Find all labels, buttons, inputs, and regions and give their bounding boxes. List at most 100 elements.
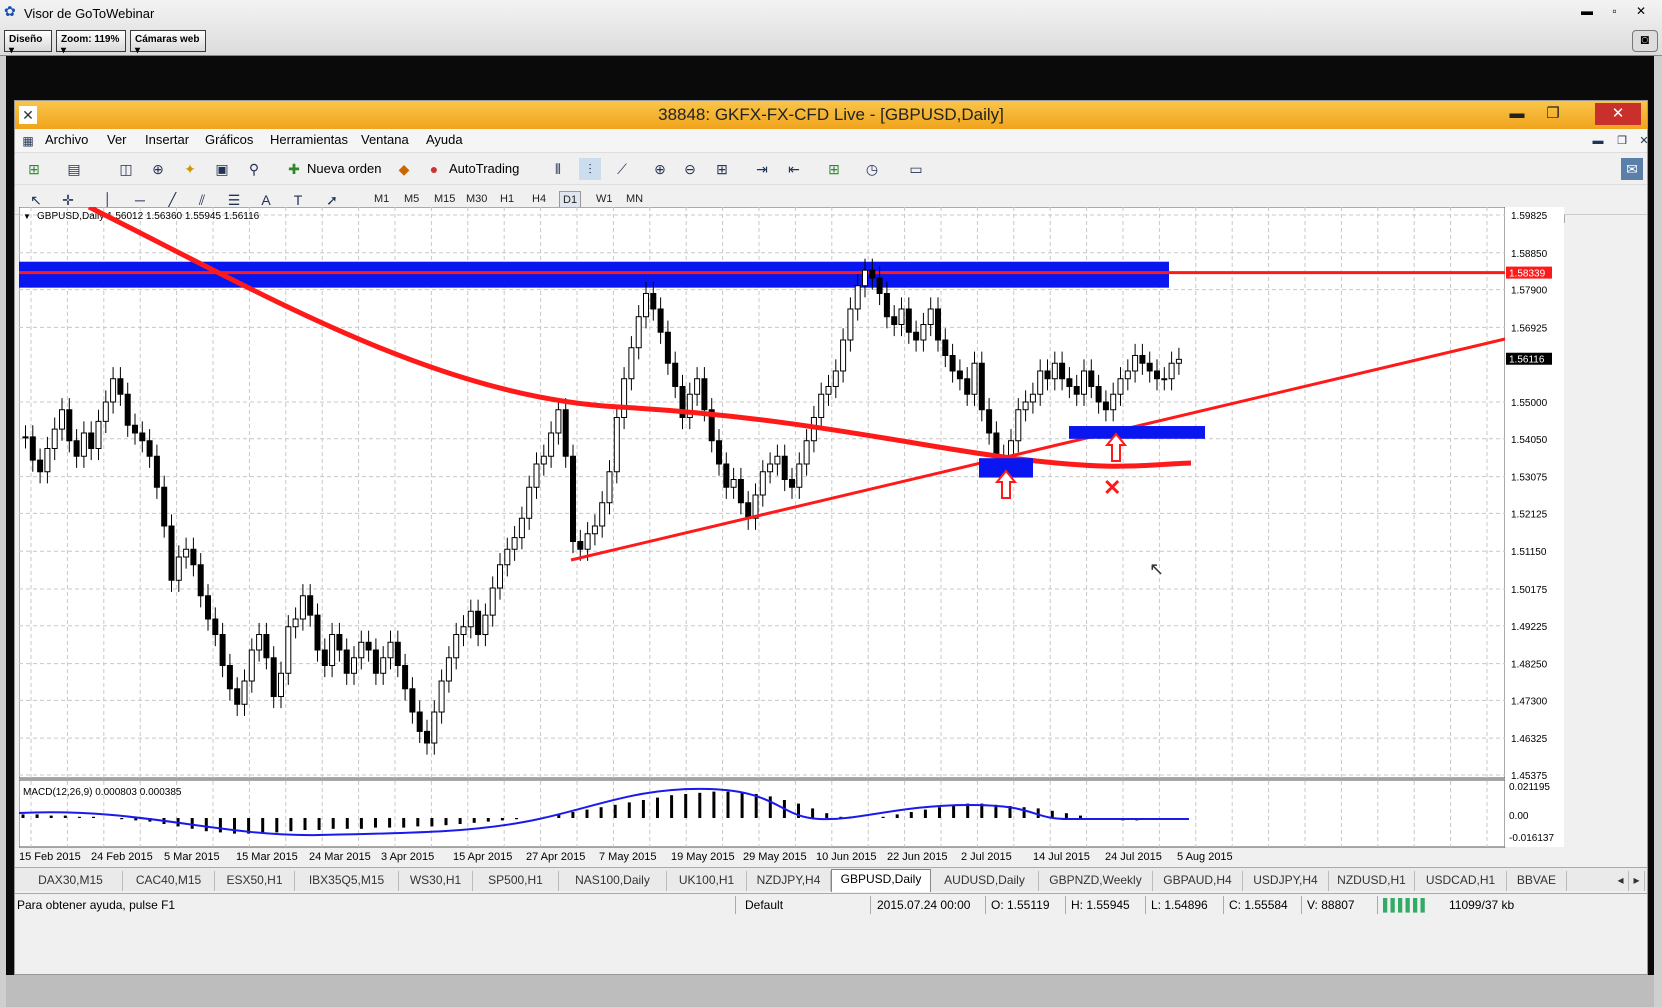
- standard-toolbar: ⊞ ▤ ◫ ⊕ ✦ ▣ ⚲ ✚ Nueva orden ◆ ● AutoTrad…: [15, 153, 1647, 223]
- candle-body: [1037, 370, 1044, 395]
- candle-body: [453, 634, 460, 659]
- candle-body: [95, 420, 102, 449]
- autotrading-button[interactable]: AutoTrading: [449, 161, 519, 176]
- date-tick-label: 24 Jul 2015: [1105, 851, 1162, 863]
- candle-body: [22, 436, 29, 439]
- viewer-window-controls[interactable]: ▬ ▫ ✕: [1581, 4, 1654, 18]
- menu-insertar[interactable]: Insertar: [145, 132, 189, 147]
- candle-body: [883, 292, 890, 318]
- price-tick-label: 1.59825: [1511, 211, 1548, 222]
- chart-tab[interactable]: IBX35Q5,M15: [295, 871, 399, 891]
- navigator-icon[interactable]: ⊕: [147, 158, 169, 180]
- timeframe-m30[interactable]: M30: [463, 191, 490, 207]
- menu-ventana[interactable]: Ventana: [361, 132, 409, 147]
- indicators-icon[interactable]: ⊞: [823, 158, 845, 180]
- chat-icon[interactable]: ✉: [1621, 158, 1643, 180]
- chart-tab[interactable]: ESX50,H1: [215, 871, 295, 891]
- chart-tab[interactable]: NZDJPY,H4: [747, 871, 831, 891]
- mt4-title-text: 38848: GKFX-FX-CFD Live - [GBPUSD,Daily]: [658, 105, 1004, 124]
- chart-close-icon[interactable]: ✕: [1633, 130, 1655, 152]
- chart-tab[interactable]: CAC40,M15: [123, 871, 215, 891]
- line-chart-icon[interactable]: ⟋: [611, 158, 633, 180]
- macd-tick-label: 0.021195: [1509, 782, 1550, 793]
- timeframe-w1[interactable]: W1: [593, 191, 616, 207]
- strategy-tester-icon[interactable]: ⚲: [243, 158, 265, 180]
- templates-icon[interactable]: ▭: [905, 158, 927, 180]
- new-order-icon[interactable]: ✚: [283, 158, 305, 180]
- menu-ver[interactable]: Ver: [107, 132, 127, 147]
- candle-body: [292, 618, 299, 628]
- chart-tab[interactable]: GBPNZD,Weekly: [1039, 871, 1153, 891]
- chart-tab[interactable]: USDCAD,H1: [1415, 871, 1507, 891]
- chart-tab[interactable]: AUDUSD,Daily: [931, 871, 1039, 891]
- chart-restore-icon[interactable]: ❐: [1611, 130, 1633, 152]
- candle-body: [212, 618, 219, 636]
- bar-chart-icon[interactable]: ⫴: [547, 158, 569, 180]
- tab-scroll-left-icon[interactable]: ◂: [1613, 871, 1629, 891]
- layout-dropdown[interactable]: Diseño ▾: [4, 30, 52, 56]
- timeframe-h4[interactable]: H4: [529, 191, 549, 207]
- status-bar: Para obtener ayuda, pulse F1 Default 201…: [15, 893, 1647, 915]
- zoom-in-icon[interactable]: ⊕: [649, 158, 671, 180]
- chart-tab[interactable]: NAS100,Daily: [559, 871, 667, 891]
- candle-body: [88, 432, 95, 449]
- menu-graficos[interactable]: Gráficos: [205, 132, 253, 147]
- chart-tab[interactable]: NZDUSD,H1: [1329, 871, 1415, 891]
- terminal-icon[interactable]: ▣: [211, 158, 233, 180]
- date-tick-label: 29 May 2015: [743, 851, 807, 863]
- candlestick-chart-icon[interactable]: ⫶: [579, 158, 601, 180]
- auto-scroll-icon[interactable]: ⇥: [751, 158, 773, 180]
- candle-body: [993, 432, 1000, 457]
- chart-tab[interactable]: UK100,H1: [667, 871, 747, 891]
- date-tick-label: 24 Feb 2015: [91, 851, 153, 863]
- chart-header: GBPUSD,Daily 1.56012 1.56360 1.55945 1.5…: [37, 211, 260, 222]
- chart-tab[interactable]: GBPAUD,H4: [1153, 871, 1243, 891]
- autotrading-icon[interactable]: ●: [423, 158, 445, 180]
- viewer-right-border: [1654, 56, 1662, 1007]
- periods-icon[interactable]: ◷: [861, 158, 883, 180]
- minimize-button[interactable]: ▬: [1503, 103, 1531, 125]
- date-tick-label: 10 Jun 2015: [816, 851, 877, 863]
- chart-tab[interactable]: GBPUSD,Daily: [831, 869, 931, 892]
- zoom-out-icon[interactable]: ⊖: [679, 158, 701, 180]
- chart-tab[interactable]: USDJPY,H4: [1243, 871, 1329, 891]
- timeframe-m5[interactable]: M5: [401, 191, 422, 207]
- new-order-button[interactable]: Nueva orden: [307, 161, 381, 176]
- timeframe-h1[interactable]: H1: [497, 191, 517, 207]
- profiles-icon[interactable]: ▤: [63, 158, 85, 180]
- chart-tab[interactable]: WS30,H1: [399, 871, 473, 891]
- tile-windows-icon[interactable]: ⊞: [711, 158, 733, 180]
- menu-archivo[interactable]: Archivo: [45, 132, 88, 147]
- candle-body: [482, 614, 489, 636]
- chart-shift-icon[interactable]: ⇤: [783, 158, 805, 180]
- tab-scroll-right-icon[interactable]: ▸: [1629, 871, 1645, 891]
- close-button[interactable]: ✕: [1595, 103, 1641, 125]
- chart-minimize-icon[interactable]: ▬: [1587, 130, 1609, 152]
- data-window-icon[interactable]: ✦: [179, 158, 201, 180]
- candle-body: [226, 665, 233, 690]
- candle-body: [445, 657, 452, 682]
- new-chart-icon[interactable]: ⊞: [23, 158, 45, 180]
- timeframe-m15[interactable]: M15: [431, 191, 458, 207]
- price-tick-label: 1.56925: [1511, 323, 1548, 334]
- status-volume: V: 88807: [1307, 898, 1355, 912]
- candle-body: [248, 649, 255, 682]
- webcams-dropdown[interactable]: Cámaras web ▾: [130, 30, 206, 56]
- chart-tab[interactable]: SP500,H1: [473, 871, 559, 891]
- candle-body: [183, 548, 190, 558]
- price-chart[interactable]: 1.59825 1.58850 1.57900 1.56925 1.55000 1.540…: [19, 207, 1564, 867]
- candle-body: [263, 634, 270, 659]
- chart-tab[interactable]: DAX30,M15: [19, 871, 123, 891]
- camera-icon[interactable]: ◙: [1632, 30, 1658, 52]
- status-low: L: 1.54896: [1151, 898, 1208, 912]
- zoom-dropdown[interactable]: Zoom: 119% ▾: [56, 30, 126, 56]
- restore-button[interactable]: ❐: [1539, 103, 1567, 125]
- menu-herramientas[interactable]: Herramientas: [270, 132, 348, 147]
- chart-tab[interactable]: BBVAE: [1507, 871, 1567, 891]
- menu-ayuda[interactable]: Ayuda: [426, 132, 463, 147]
- metaeditor-icon[interactable]: ◆: [393, 158, 415, 180]
- timeframe-mn[interactable]: MN: [623, 191, 646, 207]
- timeframe-m1[interactable]: M1: [371, 191, 392, 207]
- market-watch-icon[interactable]: ◫: [115, 158, 137, 180]
- candle-body: [175, 556, 182, 581]
